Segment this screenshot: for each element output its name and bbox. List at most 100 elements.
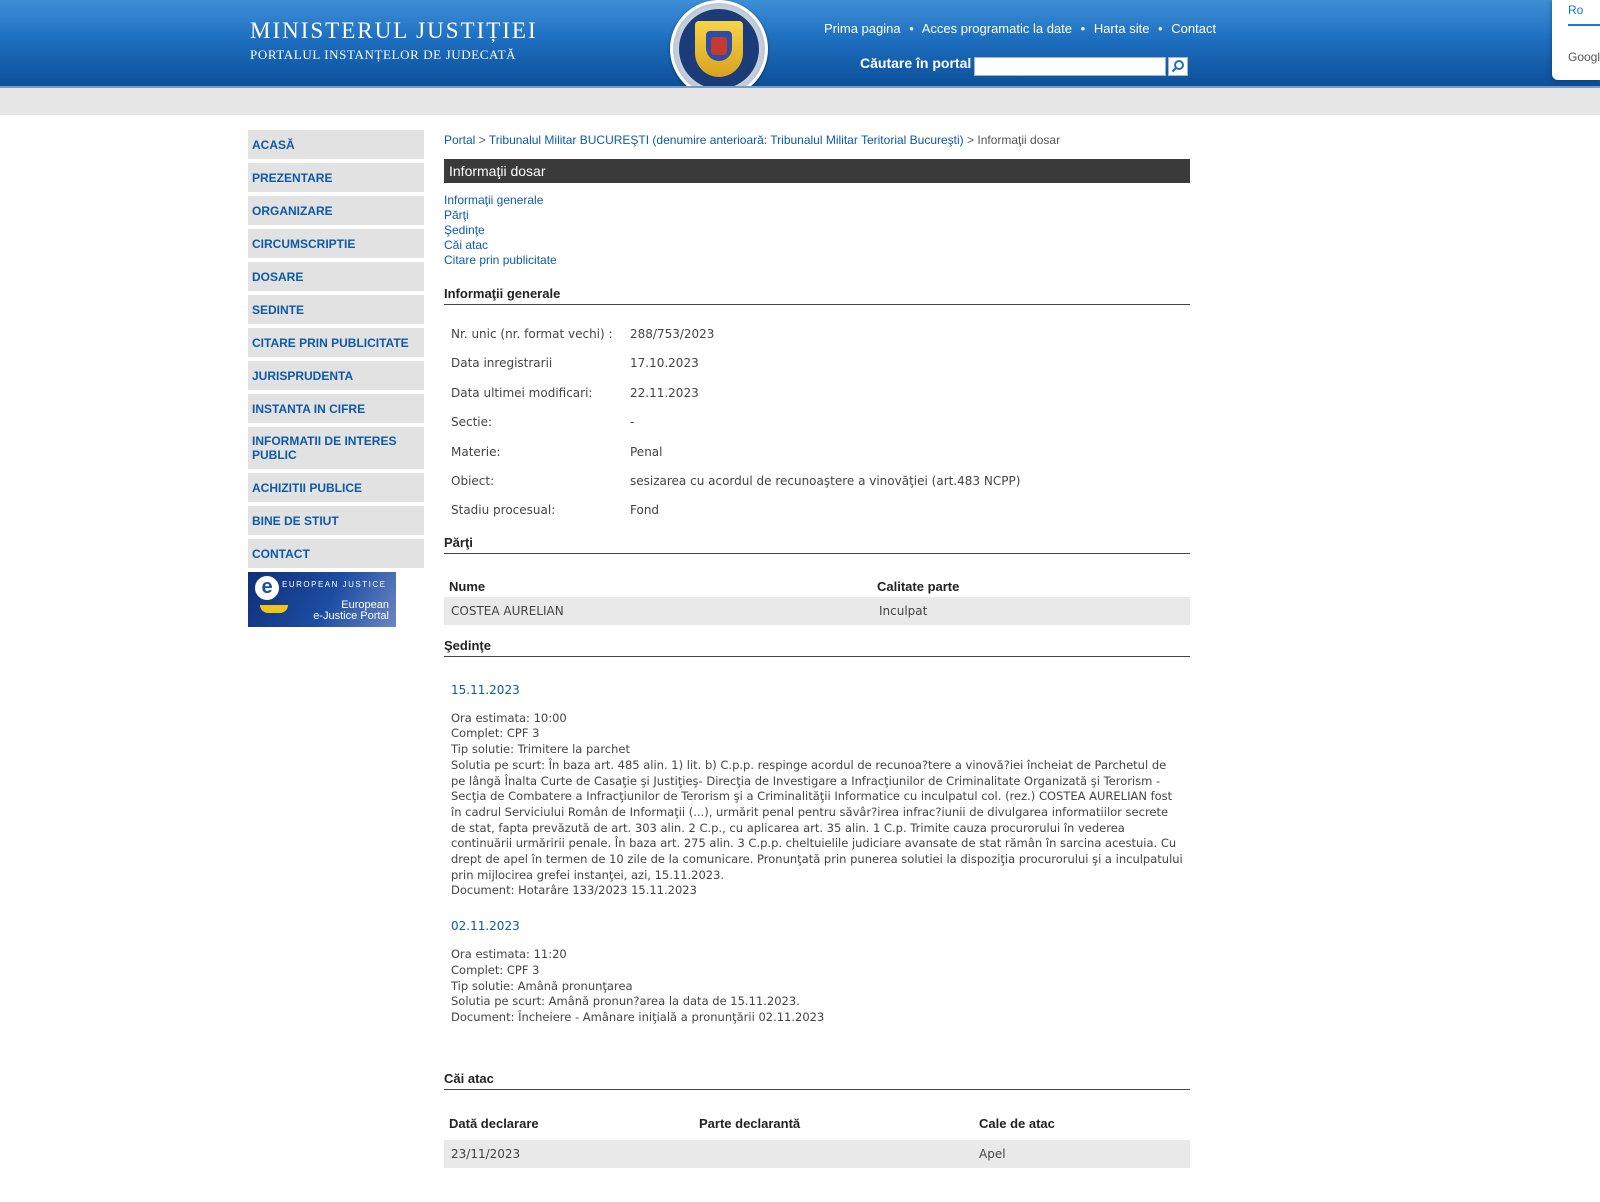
info-row: Data ultimei modificari: 22.11.2023 [444, 386, 1190, 415]
sidebar-item-jurisprudenta[interactable]: JURISPRUDENTA [248, 361, 424, 390]
info-value: - [630, 415, 635, 430]
sidebar-item-acasa[interactable]: ACASĂ [248, 130, 424, 159]
anchor-informatii-generale[interactable]: Informaţii generale [444, 193, 1190, 208]
cai-atac-table-header: Dată declarare Parte declarantă Cale de … [444, 1114, 1190, 1134]
google-translate-widget[interactable]: Ro Googl [1552, 0, 1600, 80]
session-line: Solutia pe scurt: Amână pronun?area la d… [451, 994, 800, 1009]
appeal-date: 23/11/2023 [451, 1146, 521, 1161]
nav-link-contact[interactable]: Contact [1171, 21, 1216, 36]
session-line: în cadrul Serviciului Român de Informaţi… [451, 804, 1169, 819]
ejustice-caption-line2: e-Justice Portal [313, 610, 389, 622]
table-row: COSTEA AURELIAN Inculpat [444, 596, 1190, 625]
breadcrumb-court[interactable]: Tribunalul Militar BUCUREŞTI (denumire a… [489, 133, 964, 147]
ejustice-brand: EUROPEAN JUSTICE [282, 580, 387, 589]
party-role: Inculpat [879, 603, 928, 618]
info-label: Nr. unic (nr. format vechi) : [451, 327, 613, 341]
info-row: Stadiu procesual: Fond [444, 503, 1190, 532]
section-heading-sedinte: Şedinţe [444, 638, 1190, 657]
nav-link-harta-site[interactable]: Harta site [1094, 21, 1150, 36]
general-info-table: Nr. unic (nr. format vechi) : 288/753/202… [444, 327, 1190, 533]
sidebar-item-achizitii-publice[interactable]: ACHIZITII PUBLICE [248, 473, 424, 502]
anchor-citare-publicitate[interactable]: Citare prin publicitate [444, 253, 1190, 268]
column-header-nume: Nume [449, 578, 486, 594]
info-row: Materie: Penal [444, 445, 1190, 474]
session-line: Document: Încheiere - Amânare iniţială a… [451, 1009, 825, 1024]
sidebar-item-prezentare[interactable]: PREZENTARE [248, 163, 424, 192]
sidebar-item-circumscriptie[interactable]: CIRCUMSCRIPTIE [248, 229, 424, 258]
session-line: Complet: CPF 3 [451, 726, 540, 741]
sidebar-item-sedinte[interactable]: SEDINTE [248, 295, 424, 324]
nav-separator: • [1158, 21, 1163, 36]
sidebar-item-instanta-in-cifre[interactable]: INSTANTA IN CIFRE [248, 394, 424, 423]
anchor-cai-atac[interactable]: Căi atac [444, 238, 1190, 253]
info-row: Obiect: sesizarea cu acordul de recunoaşt… [444, 474, 1190, 503]
sidebar-item-contact[interactable]: CONTACT [248, 539, 424, 568]
session-line: Ora estimata: 11:20 [451, 947, 567, 962]
search-icon [1171, 60, 1184, 73]
anchor-sedinte[interactable]: Şedinţe [444, 223, 1190, 238]
site-header: MINISTERUL JUSTIȚIEI PORTALUL INSTANȚELO… [0, 0, 1600, 98]
session-line: continuării urmăririi penale. În baza ar… [451, 836, 1177, 851]
session-entry: 02.11.2023 Ora estimata: 11:20 Complet: … [444, 919, 1190, 1026]
breadcrumb: Portal > Tribunalul Militar BUCUREŞTI (d… [444, 130, 1190, 150]
google-label: Googl [1568, 50, 1600, 64]
session-date: 02.11.2023 [451, 919, 520, 934]
session-line: Secţia de Combatere a Infracţiunilor de … [451, 789, 1173, 804]
breadcrumb-separator: > [967, 133, 975, 147]
info-label: Materie: [451, 444, 501, 459]
sidebar-item-citare[interactable]: CITARE PRIN PUBLICITATE [248, 328, 424, 357]
ejustice-logo-icon: e [255, 576, 279, 600]
search-input[interactable] [974, 57, 1166, 76]
table-row: 23/11/2023 Apel [444, 1139, 1190, 1168]
ministry-emblem-icon[interactable] [670, 0, 768, 98]
breadcrumb-separator: > [478, 133, 486, 147]
sidebar-item-informatii-interes-public[interactable]: INFORMATII DE INTERES PUBLIC [248, 427, 424, 469]
session-line: prin mijlocirea grefei instanţei, azi, 1… [451, 867, 725, 882]
session-line: de stat, fapta prevăzută de art. 303 ali… [451, 820, 1125, 835]
page-title: Informaţii dosar [444, 159, 1190, 183]
parti-table-header: Nume Calitate parte [444, 577, 1190, 597]
session-line: Ora estimata: 10:00 [451, 710, 567, 725]
appeal-party [701, 1140, 979, 1168]
session-line: Solutia pe scurt: În baza art. 485 alin.… [451, 757, 1167, 772]
column-header-cale-atac: Cale de atac [979, 1115, 1055, 1131]
info-label: Obiect: [451, 473, 495, 488]
info-value: Penal [630, 444, 663, 459]
info-value: 17.10.2023 [630, 356, 699, 371]
info-row: Data inregistrarii 17.10.2023 [444, 356, 1190, 385]
top-nav: Prima pagina • Acces programatic la date… [824, 21, 1216, 36]
session-entry: 15.11.2023 Ora estimata: 10:00 Complet: … [444, 683, 1190, 899]
nav-separator: • [909, 21, 914, 36]
party-name: COSTEA AURELIAN [451, 603, 564, 618]
nav-link-prima-pagina[interactable]: Prima pagina [824, 21, 901, 36]
main-content: Portal > Tribunalul Militar BUCUREŞTI (d… [444, 130, 1190, 1168]
nav-link-acces-programatic[interactable]: Acces programatic la date [922, 21, 1072, 36]
sidebar-item-dosare[interactable]: DOSARE [248, 262, 424, 291]
info-value: 22.11.2023 [630, 385, 699, 400]
search-button[interactable] [1168, 57, 1188, 76]
sidebar: ACASĂ PREZENTARE ORGANIZARE CIRCUMSCRIPT… [248, 130, 424, 627]
session-line: Tip solutie: Trimitere la parchet [451, 742, 631, 757]
ejustice-portal-banner[interactable]: e EUROPEAN JUSTICE European e-Justice Po… [248, 572, 396, 627]
ejustice-caption: European e-Justice Portal [313, 600, 389, 622]
translate-language-tab[interactable]: Ro [1568, 3, 1583, 17]
section-heading-cai-atac: Căi atac [444, 1071, 1190, 1090]
appeal-type: Apel [979, 1146, 1006, 1161]
breadcrumb-portal[interactable]: Portal [444, 133, 475, 147]
section-anchor-list: Informaţii generale Părţi Şedinţe Căi at… [444, 193, 1190, 268]
anchor-parti[interactable]: Părţi [444, 208, 1190, 223]
info-value: Fond [630, 503, 660, 518]
session-line: Tip solutie: Amână pronunţarea [451, 978, 633, 993]
session-line: drept de apel în termen de 10 zile de la… [451, 852, 1183, 867]
section-heading-informatii-generale: Informaţii generale [444, 286, 1190, 305]
column-header-data-declarare: Dată declarare [449, 1115, 539, 1131]
scales-icon [260, 605, 288, 613]
breadcrumb-current: Informaţii dosar [977, 133, 1061, 147]
session-line: Document: Hotarâre 133/2023 15.11.2023 [451, 883, 697, 898]
info-value: 288/753/2023 [630, 327, 715, 341]
sidebar-item-organizare[interactable]: ORGANIZARE [248, 196, 424, 225]
site-subtitle[interactable]: PORTALUL INSTANȚELOR DE JUDECATĂ [250, 47, 516, 63]
translate-tab-underline [1568, 24, 1600, 26]
site-title[interactable]: MINISTERUL JUSTIȚIEI [250, 18, 538, 44]
sidebar-item-bine-de-stiut[interactable]: BINE DE STIUT [248, 506, 424, 535]
